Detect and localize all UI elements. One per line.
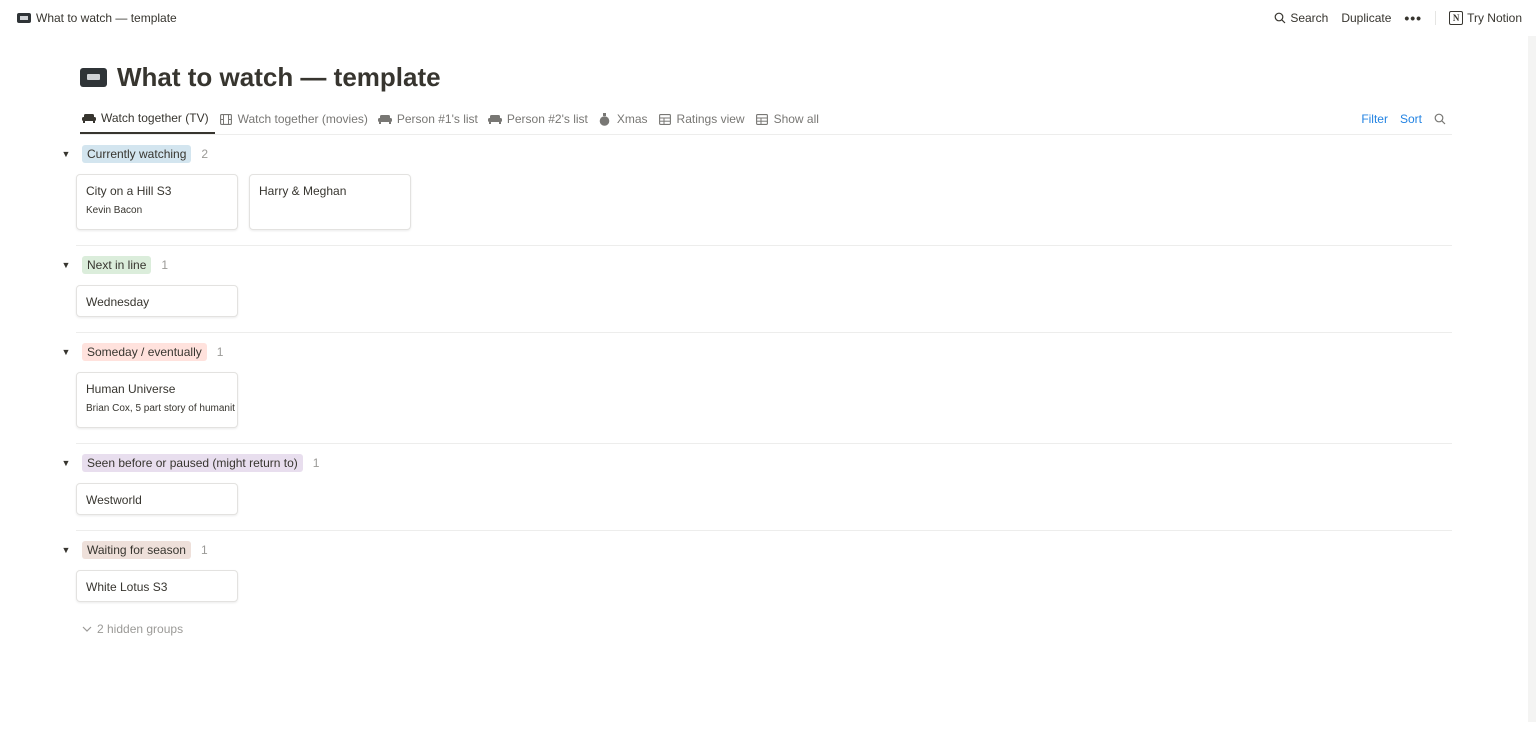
board-group-waiting-for-season: ▼ Waiting for season 1 White Lotus S3 <box>60 540 1452 602</box>
filter-button[interactable]: Filter <box>1361 112 1388 126</box>
group-count: 1 <box>312 456 320 470</box>
sofa-icon <box>82 112 96 124</box>
board-group-next-in-line: ▼ Next in line 1 Wednesday <box>60 255 1452 317</box>
tab-person-2-list[interactable]: Person #2's list <box>486 104 594 134</box>
card-subtitle: Kevin Bacon <box>86 205 143 216</box>
card[interactable]: City on a Hill S3 Kevin Bacon <box>76 174 238 230</box>
card-title: Westworld <box>86 493 142 507</box>
board-group-currently-watching: ▼ Currently watching 2 City on a Hill S3… <box>60 144 1452 230</box>
group-count: 1 <box>216 345 224 359</box>
group-count: 1 <box>200 543 208 557</box>
board-group-seen-before-or-paused: ▼ Seen before or paused (might return to… <box>60 453 1452 515</box>
vhs-tape-icon <box>80 68 107 87</box>
more-options-button[interactable]: ••• <box>1404 10 1422 26</box>
card-title: Human Universe <box>86 382 176 396</box>
sofa-icon <box>377 113 392 125</box>
collapse-caret-icon[interactable]: ▼ <box>60 149 72 159</box>
card[interactable]: Harry & Meghan <box>249 174 411 230</box>
collapse-caret-icon[interactable]: ▼ <box>60 545 72 555</box>
hidden-groups-toggle[interactable]: 2 hidden groups <box>82 622 183 636</box>
try-notion-button[interactable]: N Try Notion <box>1449 11 1522 25</box>
search-button[interactable]: Search <box>1274 11 1328 25</box>
search-label: Search <box>1290 11 1329 25</box>
group-header: ▼ Waiting for season 1 <box>60 540 1452 560</box>
group-header: ▼ Next in line 1 <box>60 255 1452 275</box>
divider <box>1435 11 1437 25</box>
card[interactable]: Human Universe Brian Cox, 5 part story o… <box>76 372 238 428</box>
status-tag: Waiting for season <box>82 541 191 559</box>
page-title-text[interactable]: What to watch — template <box>117 62 441 93</box>
table-icon <box>755 113 769 125</box>
status-tag: Next in line <box>82 256 152 274</box>
tab-label: Person #2's list <box>506 112 588 126</box>
tab-watch-together-movies[interactable]: Watch together (movies) <box>217 104 374 134</box>
ornament-icon <box>598 112 612 126</box>
group-header: ▼ Seen before or paused (might return to… <box>60 453 1452 473</box>
duplicate-button[interactable]: Duplicate <box>1341 11 1391 25</box>
group-header: ▼ Someday / eventually 1 <box>60 342 1452 362</box>
chevron-down-icon <box>82 626 92 632</box>
group-divider <box>76 530 1452 531</box>
view-tabs: Watch together (TV) Watch together (movi… <box>80 104 1452 135</box>
card[interactable]: Wednesday <box>76 285 238 317</box>
tab-label: Xmas <box>616 112 648 126</box>
collapse-caret-icon[interactable]: ▼ <box>60 260 72 270</box>
group-divider <box>76 443 1452 444</box>
search-icon[interactable] <box>1434 113 1446 125</box>
page-title: What to watch — template <box>80 62 441 93</box>
group-header: ▼ Currently watching 2 <box>60 144 1452 164</box>
group-divider <box>76 245 1452 246</box>
card-title: White Lotus S3 <box>86 580 168 594</box>
scrollbar[interactable] <box>1528 36 1536 722</box>
card-title: Wednesday <box>86 295 150 309</box>
board-group-someday-eventually: ▼ Someday / eventually 1 Human Universe … <box>60 342 1452 428</box>
tab-watch-together-tv[interactable]: Watch together (TV) <box>80 104 215 134</box>
table-icon <box>658 113 672 125</box>
breadcrumb[interactable]: What to watch — template <box>17 11 177 25</box>
tab-label: Watch together (TV) <box>101 111 209 125</box>
card[interactable]: White Lotus S3 <box>76 570 238 602</box>
notion-logo-icon: N <box>1449 11 1464 25</box>
tab-person-1-list[interactable]: Person #1's list <box>376 104 484 134</box>
collapse-caret-icon[interactable]: ▼ <box>60 458 72 468</box>
duplicate-label: Duplicate <box>1341 11 1392 25</box>
sofa-icon <box>487 113 502 125</box>
sort-button[interactable]: Sort <box>1400 112 1422 126</box>
status-tag: Someday / eventually <box>82 343 207 361</box>
hidden-groups-label: 2 hidden groups <box>97 622 184 636</box>
collapse-caret-icon[interactable]: ▼ <box>60 347 72 357</box>
view-actions: Filter Sort <box>1361 104 1452 134</box>
tab-label: Ratings view <box>676 112 745 126</box>
tab-xmas[interactable]: Xmas <box>596 104 654 134</box>
top-bar: What to watch — template Search Duplicat… <box>0 0 1536 36</box>
card[interactable]: Westworld <box>76 483 238 515</box>
breadcrumb-page-title[interactable]: What to watch — template <box>36 11 177 25</box>
film-icon <box>219 113 233 125</box>
card-title: City on a Hill S3 <box>86 184 172 198</box>
vhs-tape-icon <box>17 13 31 23</box>
group-divider <box>76 332 1452 333</box>
try-notion-label: Try Notion <box>1467 11 1522 25</box>
tab-label: Show all <box>773 112 819 126</box>
tab-label: Watch together (movies) <box>237 112 368 126</box>
search-icon <box>1274 12 1286 24</box>
status-tag: Seen before or paused (might return to) <box>82 454 303 472</box>
tab-label: Person #1's list <box>396 112 478 126</box>
group-count: 2 <box>201 147 209 161</box>
tab-show-all[interactable]: Show all <box>753 104 825 134</box>
group-count: 1 <box>161 258 169 272</box>
card-title: Harry & Meghan <box>259 184 347 198</box>
status-tag: Currently watching <box>82 145 192 163</box>
card-subtitle: Brian Cox, 5 part story of humanit <box>86 403 235 414</box>
more-icon: ••• <box>1404 10 1423 26</box>
tab-ratings-view[interactable]: Ratings view <box>656 104 751 134</box>
